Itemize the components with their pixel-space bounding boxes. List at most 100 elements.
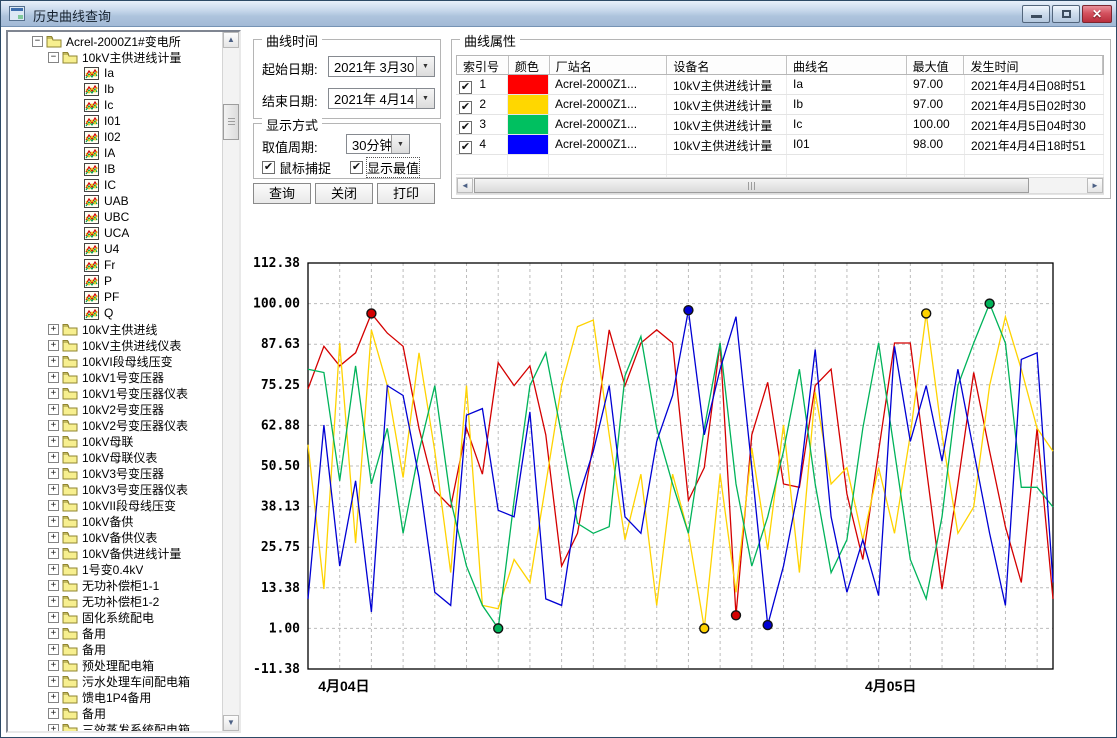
tree-scrollbar-thumb[interactable] [223, 104, 239, 140]
print-button[interactable]: 打印 [377, 183, 435, 204]
expand-icon[interactable]: + [48, 324, 59, 335]
tree-item[interactable]: +10kV3号变压器仪表 [8, 481, 222, 497]
scroll-up-arrow[interactable]: ▲ [223, 32, 239, 48]
tree-item[interactable]: PF [8, 289, 222, 305]
tree-item[interactable]: +10kVII段母线压变 [8, 497, 222, 513]
expand-icon[interactable]: + [48, 388, 59, 399]
table-column-header[interactable]: 发生时间 [964, 56, 1103, 74]
expand-icon[interactable]: + [48, 372, 59, 383]
tree-item[interactable]: Fr [8, 257, 222, 273]
tree-item[interactable]: +10kV备供进线计量 [8, 545, 222, 561]
tree-item[interactable]: +10kV母联 [8, 433, 222, 449]
tree-item[interactable]: Ia [8, 65, 222, 81]
tree-item[interactable]: +10kV1号变压器 [8, 369, 222, 385]
tree-item[interactable]: IC [8, 177, 222, 193]
collapse-icon[interactable]: − [32, 36, 43, 47]
expand-icon[interactable]: + [48, 436, 59, 447]
mouse-capture-checkbox[interactable]: ✔ 鼠标捕捉 [262, 158, 331, 177]
tree-item[interactable]: +备用 [8, 641, 222, 657]
query-button[interactable]: 查询 [253, 183, 311, 204]
tree-item[interactable]: +10kV2号变压器仪表 [8, 417, 222, 433]
tree-item[interactable]: +无功补偿柜1-2 [8, 593, 222, 609]
show-extremes-checkbox[interactable]: ✔ 显示最值 [350, 158, 419, 177]
row-checkbox[interactable]: ✔ [459, 101, 472, 114]
tree-item[interactable]: +备用 [8, 705, 222, 721]
expand-icon[interactable]: + [48, 708, 59, 719]
tree-item[interactable]: Ic [8, 97, 222, 113]
tree-item[interactable]: Ib [8, 81, 222, 97]
tree-item[interactable]: +三效蒸发系统配电箱 [8, 721, 222, 731]
tree-item[interactable]: Q [8, 305, 222, 321]
expand-icon[interactable]: + [48, 612, 59, 623]
chevron-down-icon[interactable]: ▼ [416, 89, 434, 108]
table-column-header[interactable]: 设备名 [667, 56, 787, 74]
tree-item[interactable]: +备用 [8, 625, 222, 641]
tree-item[interactable]: UCA [8, 225, 222, 241]
tree-item[interactable]: +10kV主供进线 [8, 321, 222, 337]
tree-item[interactable]: +污水处理车间配电箱 [8, 673, 222, 689]
tree-item[interactable]: IA [8, 145, 222, 161]
tree-item[interactable]: U4 [8, 241, 222, 257]
table-scrollbar-thumb[interactable] [474, 178, 1029, 193]
table-column-header[interactable]: 厂站名 [550, 56, 668, 74]
expand-icon[interactable]: + [48, 404, 59, 415]
expand-icon[interactable]: + [48, 548, 59, 559]
maximize-button[interactable] [1052, 5, 1080, 23]
expand-icon[interactable]: + [48, 484, 59, 495]
scroll-left-arrow[interactable]: ◄ [457, 178, 473, 193]
table-row[interactable]: ✔ 2Acrel-2000Z1...10kV主供进线计量Ib97.002021年… [456, 95, 1104, 115]
tree-item[interactable]: +10kV3号变压器 [8, 465, 222, 481]
collapse-icon[interactable]: − [48, 52, 59, 63]
expand-icon[interactable]: + [48, 724, 59, 732]
tree-item[interactable]: +预处理配电箱 [8, 657, 222, 673]
tree-item[interactable]: +10kV备供 [8, 513, 222, 529]
tree-item[interactable]: I02 [8, 129, 222, 145]
tree-item[interactable]: −Acrel-2000Z1#变电所 [8, 33, 222, 49]
minimize-button[interactable] [1022, 5, 1050, 23]
close-button[interactable]: ✕ [1082, 5, 1112, 23]
end-date-combo[interactable]: 2021年 4月14 ▼ [328, 88, 435, 109]
chevron-down-icon[interactable]: ▼ [416, 57, 434, 76]
tree-item[interactable]: +10kV母联仪表 [8, 449, 222, 465]
table-row[interactable]: ✔ 4Acrel-2000Z1...10kV主供进线计量I0198.002021… [456, 135, 1104, 155]
row-checkbox[interactable]: ✔ [459, 81, 472, 94]
chevron-down-icon[interactable]: ▼ [391, 135, 409, 153]
expand-icon[interactable]: + [48, 468, 59, 479]
table-horizontal-scrollbar[interactable]: ◄ ► [456, 177, 1104, 194]
tree-item[interactable]: +10kV主供进线仪表 [8, 337, 222, 353]
table-row[interactable]: ✔ 3Acrel-2000Z1...10kV主供进线计量Ic100.002021… [456, 115, 1104, 135]
table-column-header[interactable]: 最大值 [907, 56, 965, 74]
table-column-header[interactable]: 索引号 [457, 56, 509, 74]
tree-item[interactable]: −10kV主供进线计量 [8, 49, 222, 65]
expand-icon[interactable]: + [48, 628, 59, 639]
tree-item[interactable]: +10kV备供仪表 [8, 529, 222, 545]
sample-period-combo[interactable]: 30分钟 ▼ [346, 134, 410, 154]
expand-icon[interactable]: + [48, 564, 59, 575]
tree-item[interactable]: I01 [8, 113, 222, 129]
expand-icon[interactable]: + [48, 692, 59, 703]
tree-item[interactable]: IB [8, 161, 222, 177]
expand-icon[interactable]: + [48, 660, 59, 671]
table-row[interactable]: ✔ 1Acrel-2000Z1...10kV主供进线计量Ia97.002021年… [456, 75, 1104, 95]
tree-vertical-scrollbar[interactable]: ▲ ▼ [222, 32, 239, 731]
checkbox-check-icon[interactable]: ✔ [262, 161, 275, 174]
table-column-header[interactable]: 曲线名 [787, 56, 907, 74]
expand-icon[interactable]: + [48, 516, 59, 527]
expand-icon[interactable]: + [48, 500, 59, 511]
tree-item[interactable]: +10kV2号变压器 [8, 401, 222, 417]
scroll-right-arrow[interactable]: ► [1087, 178, 1103, 193]
row-checkbox[interactable]: ✔ [459, 121, 472, 134]
tree-item[interactable]: UAB [8, 193, 222, 209]
expand-icon[interactable]: + [48, 452, 59, 463]
tree-item[interactable]: +10kV1号变压器仪表 [8, 385, 222, 401]
scroll-down-arrow[interactable]: ▼ [223, 715, 239, 731]
checkbox-check-icon[interactable]: ✔ [350, 161, 363, 174]
tree-item[interactable]: +馈电1P4备用 [8, 689, 222, 705]
table-column-header[interactable]: 颜色 [509, 56, 550, 74]
expand-icon[interactable]: + [48, 356, 59, 367]
start-date-combo[interactable]: 2021年 3月30 ▼ [328, 56, 435, 77]
tree-item[interactable]: +1号变0.4kV [8, 561, 222, 577]
expand-icon[interactable]: + [48, 420, 59, 431]
expand-icon[interactable]: + [48, 676, 59, 687]
tree-item[interactable]: +10kVI段母线压变 [8, 353, 222, 369]
